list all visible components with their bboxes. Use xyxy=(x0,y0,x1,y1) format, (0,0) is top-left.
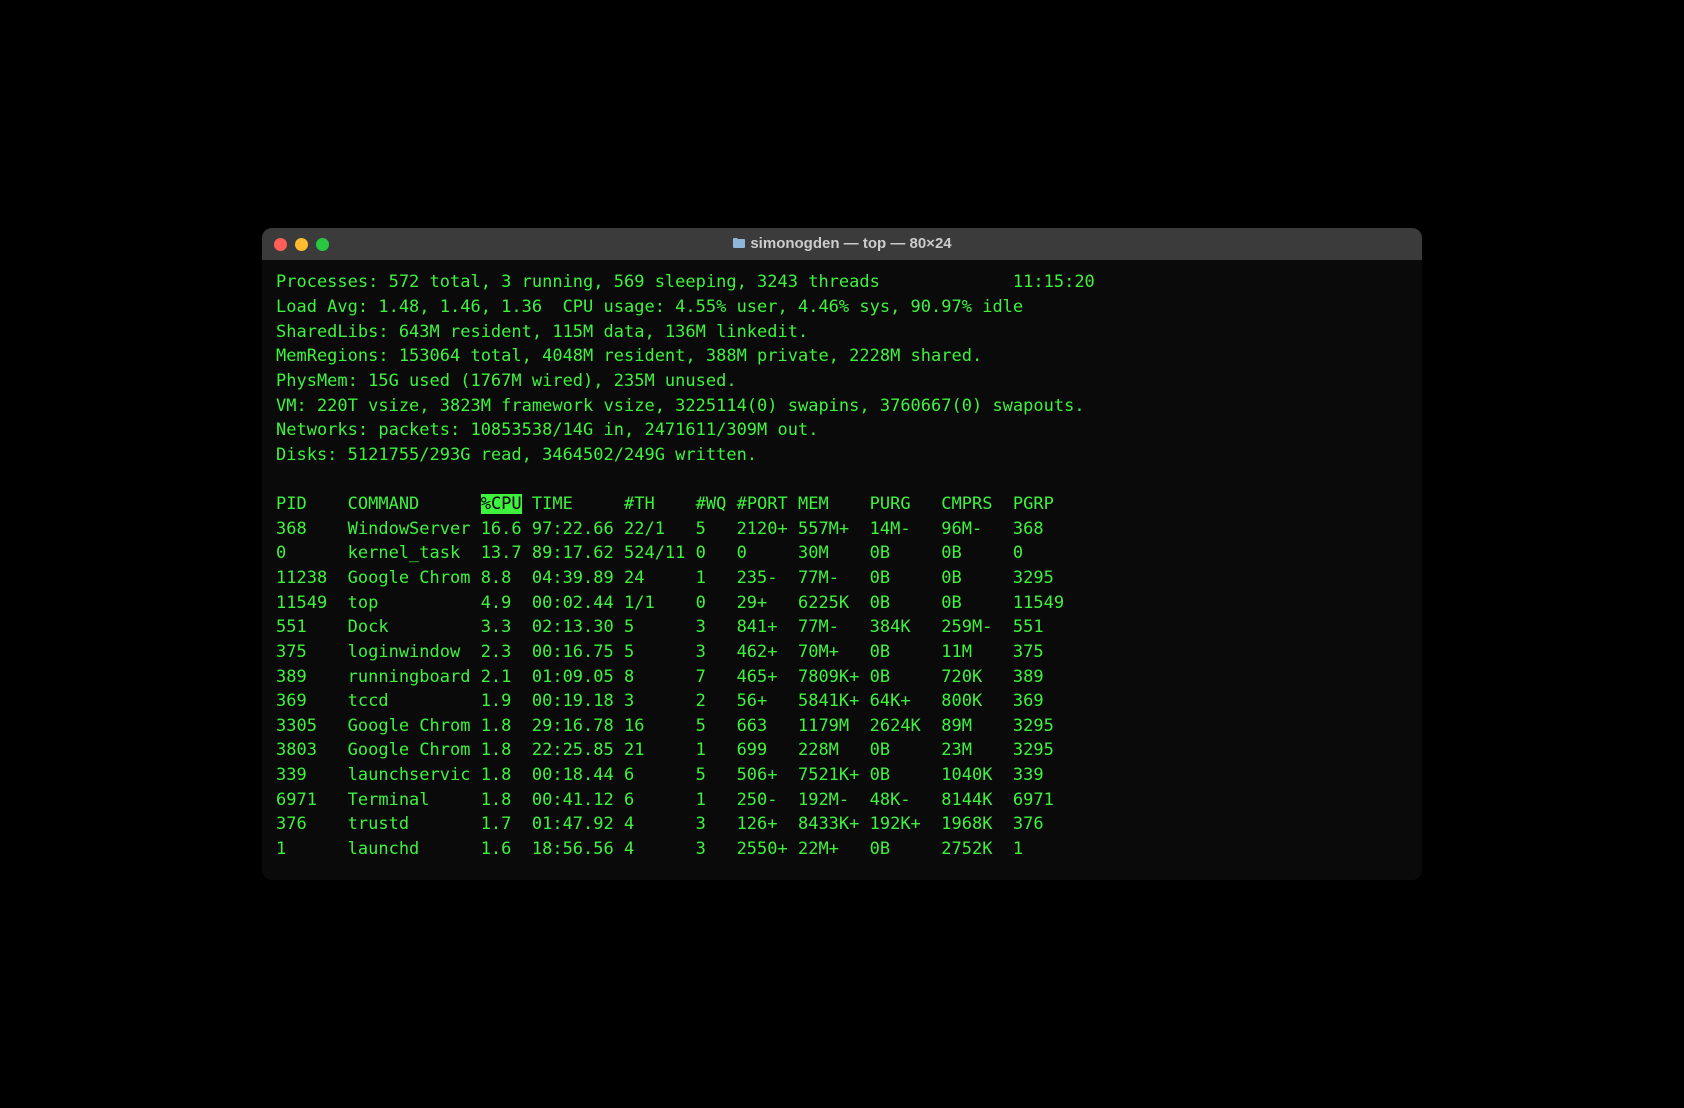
window-title-text: simonogden — top — 80×24 xyxy=(750,235,951,252)
traffic-lights xyxy=(274,238,329,251)
sort-column-cpu: %CPU xyxy=(481,494,522,514)
zoom-icon[interactable] xyxy=(316,238,329,251)
close-icon[interactable] xyxy=(274,238,287,251)
window-title: simonogden — top — 80×24 xyxy=(262,235,1422,253)
terminal-window: simonogden — top — 80×24 Processes: 572 … xyxy=(262,228,1422,879)
folder-icon xyxy=(732,236,746,253)
terminal-content[interactable]: Processes: 572 total, 3 running, 569 sle… xyxy=(262,260,1422,879)
minimize-icon[interactable] xyxy=(295,238,308,251)
window-titlebar[interactable]: simonogden — top — 80×24 xyxy=(262,228,1422,260)
